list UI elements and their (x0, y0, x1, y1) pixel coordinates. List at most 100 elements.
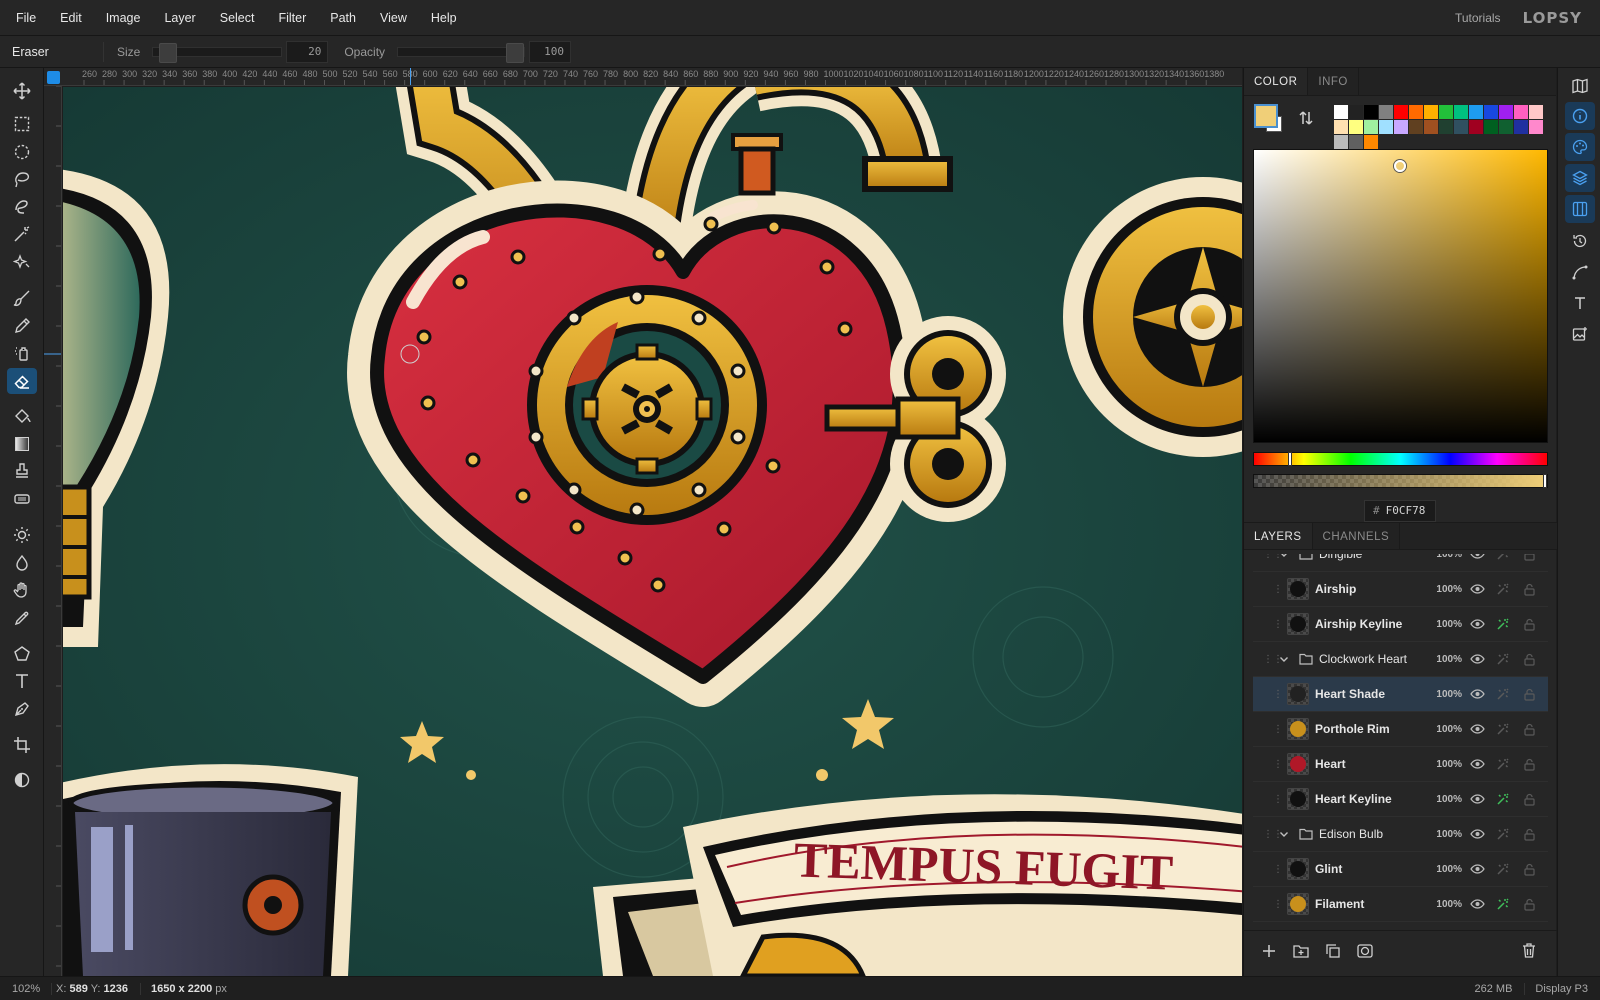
layer-effects-icon[interactable] (1492, 652, 1514, 666)
palette-swatch[interactable] (1364, 120, 1378, 134)
tab-layers[interactable]: LAYERS (1244, 523, 1313, 549)
palette-swatch[interactable] (1334, 135, 1348, 149)
layer-row[interactable]: ⋮⋮ Porthole Rim 100% (1253, 712, 1548, 747)
drag-handle-icon[interactable]: ⋮⋮ (1273, 899, 1293, 910)
chevron-down-icon[interactable] (1279, 554, 1293, 559)
layer-opacity[interactable]: 100% (1428, 829, 1462, 840)
palette-swatch[interactable] (1439, 120, 1453, 134)
layer-opacity[interactable]: 100% (1428, 654, 1462, 665)
saturation-value-picker[interactable] (1253, 149, 1548, 443)
menu-select[interactable]: Select (208, 0, 267, 36)
eraser-tool[interactable] (7, 368, 37, 394)
lock-icon[interactable] (1518, 583, 1540, 596)
palette-swatch[interactable] (1379, 120, 1393, 134)
layer-effects-icon[interactable] (1492, 617, 1514, 631)
layer-group-row[interactable]: ⋮⋮ Edison Bulb 100% (1253, 817, 1548, 852)
visibility-eye-icon[interactable] (1466, 654, 1488, 664)
drag-handle-icon[interactable]: ⋮⋮ (1263, 654, 1283, 665)
drag-handle-icon[interactable]: ⋮⋮ (1263, 829, 1283, 840)
layers-panel-button[interactable] (1565, 164, 1595, 192)
patch-tool[interactable] (7, 486, 37, 512)
palette-swatch[interactable] (1499, 120, 1513, 134)
size-input[interactable]: 20 (286, 40, 329, 63)
burn-tool[interactable] (7, 550, 37, 576)
palette-swatch[interactable] (1529, 120, 1543, 134)
navigator-panel-button[interactable] (1565, 72, 1595, 100)
pencil-tool[interactable] (7, 313, 37, 339)
palette-swatch[interactable] (1454, 120, 1468, 134)
palette-swatch[interactable] (1499, 105, 1513, 119)
palette-swatch[interactable] (1424, 120, 1438, 134)
layer-row[interactable]: ⋮⋮ Airship 100% (1253, 572, 1548, 607)
palette-swatch[interactable] (1364, 135, 1378, 149)
palette-swatch[interactable] (1454, 105, 1468, 119)
alpha-slider-thumb[interactable] (1543, 474, 1547, 488)
shape-tool[interactable] (7, 641, 37, 667)
quick-select-tool[interactable] (7, 194, 37, 220)
menu-path[interactable]: Path (318, 0, 368, 36)
add-group-button[interactable] (1285, 935, 1317, 967)
crop-tool[interactable] (7, 732, 37, 758)
palette-swatch[interactable] (1334, 120, 1348, 134)
layer-mask-button[interactable] (1349, 935, 1381, 967)
palette-swatch[interactable] (1514, 120, 1528, 134)
visibility-eye-icon[interactable] (1466, 829, 1488, 839)
palette-swatch[interactable] (1349, 135, 1363, 149)
brush-tool[interactable] (7, 285, 37, 311)
lock-icon[interactable] (1518, 723, 1540, 736)
history-panel-button[interactable] (1565, 227, 1595, 255)
lock-icon[interactable] (1518, 828, 1540, 841)
palette-swatch[interactable] (1409, 120, 1423, 134)
rect-select-tool[interactable] (7, 111, 37, 137)
character-panel-button[interactable] (1565, 289, 1595, 317)
opacity-slider-thumb[interactable] (506, 42, 525, 63)
duplicate-layer-button[interactable] (1317, 935, 1349, 967)
layer-group-row[interactable]: ⋮⋮ Dirigible 100% (1253, 554, 1548, 572)
spray-tool[interactable] (7, 340, 37, 366)
ellipse-select-tool[interactable] (7, 139, 37, 165)
palette-swatch[interactable] (1409, 105, 1423, 119)
palette-swatch[interactable] (1394, 120, 1408, 134)
chevron-down-icon[interactable] (1279, 654, 1293, 664)
magic-wand-tool[interactable] (7, 221, 37, 247)
drag-handle-icon[interactable]: ⋮⋮ (1273, 724, 1293, 735)
visibility-eye-icon[interactable] (1466, 759, 1488, 769)
gradient-tool[interactable] (7, 431, 37, 457)
visibility-eye-icon[interactable] (1466, 864, 1488, 874)
tutorials-link[interactable]: Tutorials (1455, 11, 1501, 25)
visibility-eye-icon[interactable] (1466, 619, 1488, 629)
layer-opacity[interactable]: 100% (1428, 619, 1462, 630)
size-slider[interactable] (152, 42, 283, 63)
palette-swatch[interactable] (1379, 105, 1393, 119)
layer-row[interactable]: ⋮⋮ Heart Shade 100% (1253, 677, 1548, 712)
layer-opacity[interactable]: 100% (1428, 864, 1462, 875)
layer-opacity[interactable]: 100% (1428, 689, 1462, 700)
hex-color-input[interactable]: # F0CF78 (1364, 500, 1436, 522)
layer-effects-icon[interactable] (1492, 582, 1514, 596)
hue-slider[interactable] (1253, 452, 1548, 466)
drag-handle-icon[interactable]: ⋮⋮ (1263, 554, 1283, 560)
palette-swatch[interactable] (1349, 120, 1363, 134)
visibility-eye-icon[interactable] (1466, 584, 1488, 594)
lock-icon[interactable] (1518, 793, 1540, 806)
fill-tool[interactable] (7, 403, 37, 429)
contrast-tool[interactable] (7, 767, 37, 793)
layer-effects-icon[interactable] (1492, 897, 1514, 911)
info-panel-button[interactable] (1565, 102, 1595, 130)
text-tool[interactable] (7, 668, 37, 694)
palette-swatch[interactable] (1439, 105, 1453, 119)
menu-edit[interactable]: Edit (48, 0, 94, 36)
layer-row[interactable]: ⋮⋮ Heart Keyline 100% (1253, 782, 1548, 817)
visibility-eye-icon[interactable] (1466, 724, 1488, 734)
alpha-slider[interactable] (1253, 474, 1548, 488)
layer-opacity[interactable]: 100% (1428, 759, 1462, 770)
drag-handle-icon[interactable]: ⋮⋮ (1273, 864, 1293, 875)
drag-handle-icon[interactable]: ⋮⋮ (1273, 794, 1293, 805)
drag-handle-icon[interactable]: ⋮⋮ (1273, 619, 1293, 630)
layer-opacity[interactable]: 100% (1428, 899, 1462, 910)
drag-handle-icon[interactable]: ⋮⋮ (1273, 584, 1293, 595)
swap-colors-button[interactable] (1298, 110, 1314, 129)
lock-icon[interactable] (1518, 688, 1540, 701)
visibility-eye-icon[interactable] (1466, 689, 1488, 699)
palette-swatch[interactable] (1469, 120, 1483, 134)
